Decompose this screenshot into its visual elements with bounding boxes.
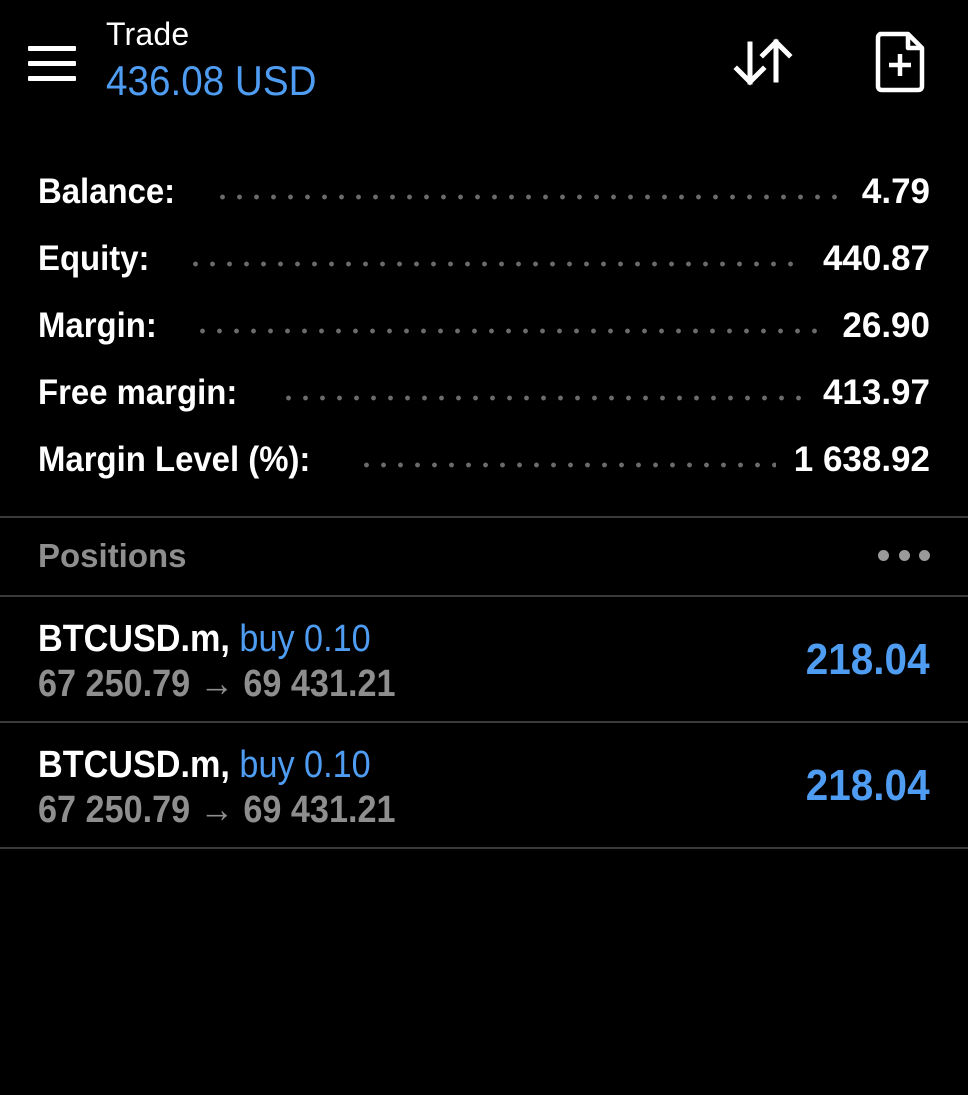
position-prices: 67 250.79 → 69 431.21 <box>38 788 396 832</box>
summary-row-margin-level: Margin Level (%): 1 638.92 <box>0 426 968 493</box>
title-block: Trade 436.08 USD <box>106 14 335 106</box>
more-dots-icon-dot <box>898 549 910 561</box>
dotted-leader <box>280 394 805 401</box>
new-document-icon <box>875 31 925 93</box>
summary-value: 413.97 <box>822 372 930 412</box>
position-profit: 218.04 <box>806 761 930 810</box>
position-symbol: BTCUSD.m, <box>38 744 230 786</box>
dotted-leader <box>186 260 805 267</box>
open-price: 67 250.79 <box>38 663 191 705</box>
summary-label: Margin: <box>38 305 157 345</box>
summary-value: 26.90 <box>842 305 930 345</box>
toolbar: Trade 436.08 USD <box>0 0 968 130</box>
summary-row-equity: Equity: 440.87 <box>0 225 968 292</box>
summary-label: Margin Level (%): <box>38 439 311 479</box>
summary-value: 4.79 <box>861 171 930 211</box>
account-profit: 436.08 USD <box>106 57 317 104</box>
dotted-leader <box>357 461 776 468</box>
more-dots-icon-dot <box>919 549 930 561</box>
arrow-right-icon: → <box>199 663 234 705</box>
position-title: BTCUSD.m, buy 0.10 <box>38 617 371 661</box>
current-price: 69 431.21 <box>243 789 396 831</box>
position-profit: 218.04 <box>806 635 930 684</box>
position-side-volume: buy 0.10 <box>239 618 371 660</box>
summary-label: Equity: <box>38 238 150 278</box>
dotted-leader <box>213 193 844 200</box>
positions-title: Positions <box>38 537 187 574</box>
position-title: BTCUSD.m, buy 0.10 <box>38 743 371 787</box>
summary-label: Free margin: <box>38 372 238 412</box>
sort-button[interactable] <box>728 30 800 94</box>
position-symbol: BTCUSD.m, <box>38 618 230 660</box>
sort-arrows-icon <box>733 38 793 86</box>
new-order-button[interactable] <box>868 28 932 98</box>
page-title: Trade <box>106 16 190 52</box>
summary-row-margin: Margin: 26.90 <box>0 292 968 359</box>
open-price: 67 250.79 <box>38 789 191 831</box>
summary-value: 1 638.92 <box>793 439 930 479</box>
hamburger-menu-icon-bar <box>28 75 76 81</box>
hamburger-menu-icon-bar <box>28 60 76 66</box>
more-options-button[interactable] <box>878 543 930 567</box>
account-summary: Balance: 4.79 Equity: 440.87 Margin: 26.… <box>0 158 968 493</box>
arrow-right-icon: → <box>199 789 234 831</box>
position-prices: 67 250.79 → 69 431.21 <box>38 662 396 706</box>
section-divider <box>0 516 968 518</box>
positions-header: Positions <box>0 519 968 595</box>
position-side-volume: buy 0.10 <box>239 744 371 786</box>
menu-button[interactable] <box>22 38 82 88</box>
position-row[interactable]: BTCUSD.m, buy 0.10 67 250.79 → 69 431.21… <box>0 723 968 847</box>
position-row[interactable]: BTCUSD.m, buy 0.10 67 250.79 → 69 431.21… <box>0 597 968 721</box>
summary-row-balance: Balance: 4.79 <box>0 158 968 225</box>
summary-row-free-margin: Free margin: 413.97 <box>0 359 968 426</box>
current-price: 69 431.21 <box>243 663 396 705</box>
hamburger-menu-icon <box>28 45 76 51</box>
row-divider <box>0 847 968 849</box>
summary-label: Balance: <box>38 171 176 211</box>
more-dots-icon <box>878 549 889 561</box>
summary-value: 440.87 <box>822 238 930 278</box>
dotted-leader <box>194 327 825 334</box>
